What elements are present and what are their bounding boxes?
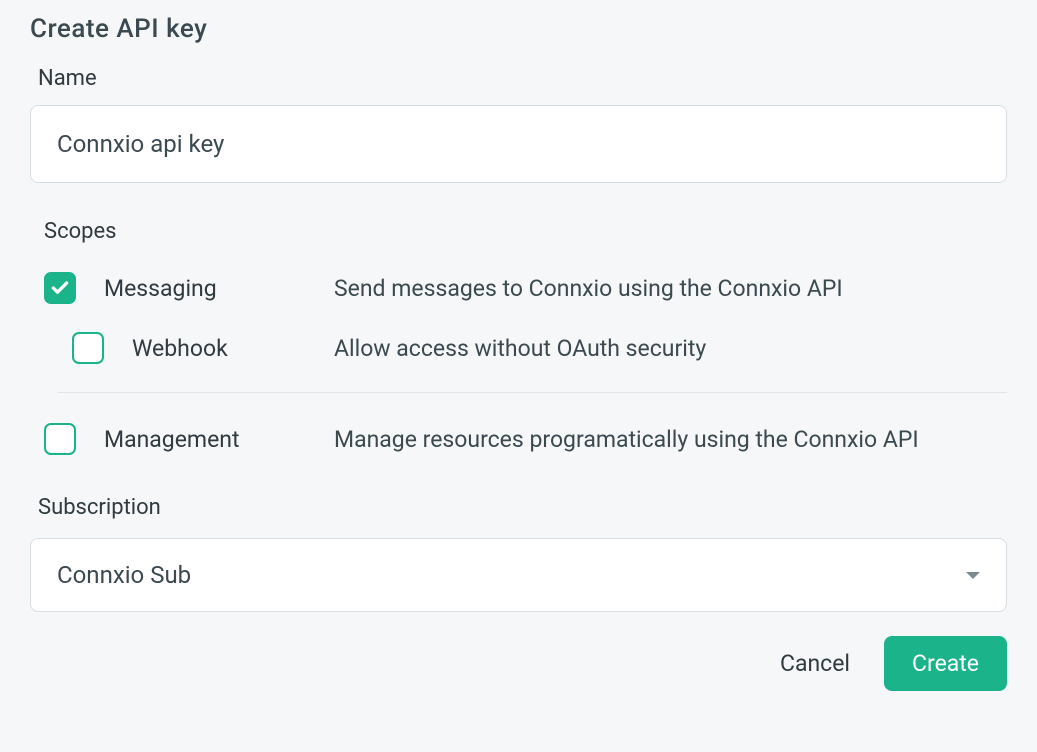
checkbox-management[interactable] <box>44 423 76 455</box>
scope-desc-management: Manage resources programatically using t… <box>334 426 1007 453</box>
chevron-down-icon <box>966 572 980 579</box>
create-button[interactable]: Create <box>884 636 1007 691</box>
check-icon <box>50 278 70 298</box>
scope-row-messaging: Messaging Send messages to Connxio using… <box>44 272 1007 304</box>
subscription-label: Subscription <box>38 495 1007 520</box>
scope-name-management: Management <box>104 426 334 453</box>
name-label: Name <box>38 66 1007 91</box>
scopes-label: Scopes <box>44 219 1007 244</box>
scope-divider <box>58 392 1007 393</box>
subscription-select[interactable]: Connxio Sub <box>30 538 1007 612</box>
scope-desc-messaging: Send messages to Connxio using the Connx… <box>334 275 1007 302</box>
scope-name-messaging: Messaging <box>104 275 334 302</box>
checkbox-webhook[interactable] <box>72 332 104 364</box>
scope-desc-webhook: Allow access without OAuth security <box>334 335 1007 362</box>
scope-row-webhook: Webhook Allow access without OAuth secur… <box>72 332 1007 364</box>
name-input[interactable] <box>30 105 1007 183</box>
scopes-container: Messaging Send messages to Connxio using… <box>44 272 1007 455</box>
cancel-button[interactable]: Cancel <box>774 640 856 687</box>
checkbox-messaging[interactable] <box>44 272 76 304</box>
page-title: Create API key <box>30 14 1007 44</box>
subscription-select-wrapper: Connxio Sub <box>30 538 1007 612</box>
scope-row-management: Management Manage resources programatica… <box>44 423 1007 455</box>
subscription-selected-value: Connxio Sub <box>57 561 191 589</box>
actions-row: Cancel Create <box>30 636 1007 691</box>
scope-name-webhook: Webhook <box>132 335 334 362</box>
